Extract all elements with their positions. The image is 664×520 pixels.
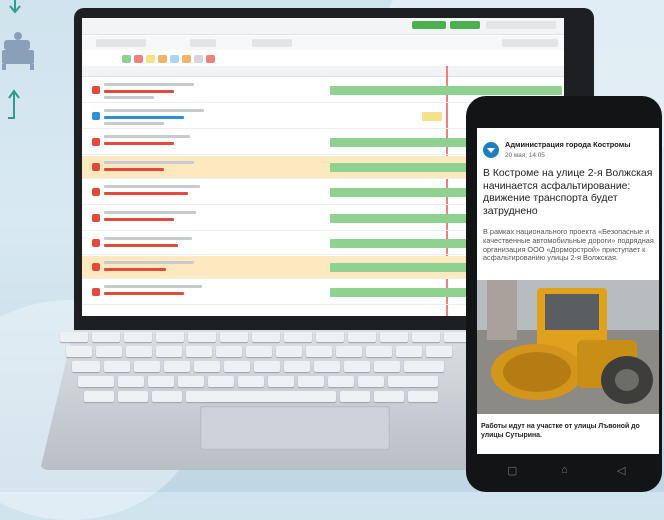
bed-icon [2,0,34,119]
organization-name[interactable]: Администрация города Костромы [505,140,631,149]
phone-nav-bar: ▢ ⌂ ◁ [477,462,659,482]
filter-tab[interactable] [190,39,216,47]
filter-tab[interactable] [96,39,146,47]
home-nav-icon[interactable]: ⌂ [561,464,568,476]
color-legend [82,52,564,64]
post-date: 20 мая, 14:05 [505,152,545,159]
phone-screen: Администрация города Костромы 20 мая, 14… [477,128,659,454]
recent-nav-icon[interactable]: ▢ [507,464,517,477]
blue-status-icon [92,112,100,120]
post-title: В Костроме на улице 2-я Волжская начинае… [483,168,653,217]
post-lead: В рамках национального проекта «Безопасн… [483,227,654,263]
red-status-icon [92,86,100,94]
filter-tab[interactable] [252,39,292,47]
road-roller-photo [477,280,659,414]
vk-logo-icon[interactable] [483,142,499,158]
arrow-down-icon [9,0,21,14]
user-menu[interactable] [486,21,556,29]
keyboard [60,332,530,404]
table-header [82,66,564,77]
toolbar-button[interactable] [412,21,446,29]
arrow-up-icon [8,89,20,119]
touchpad [200,406,390,450]
side-decoration [0,0,40,140]
post-header: Администрация города Костромы 20 мая, 14… [477,128,659,160]
back-nav-icon[interactable]: ◁ [617,464,625,477]
toolbar-button[interactable] [450,21,480,29]
app-toolbar [82,18,564,35]
photo-caption: Работы идут на участке от улицы Лъвоной … [481,423,640,439]
view-toggle[interactable] [502,39,558,47]
filter-bar [82,36,564,50]
